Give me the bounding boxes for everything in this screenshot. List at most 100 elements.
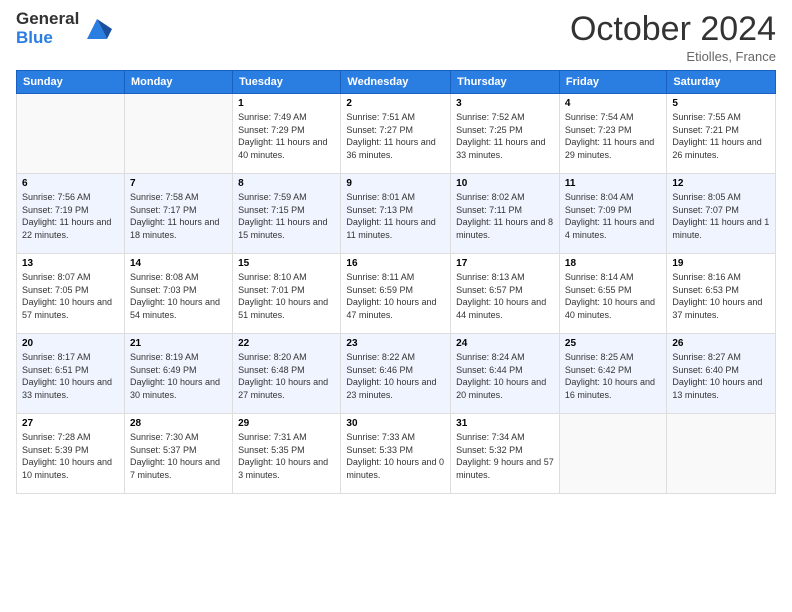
day-number: 17 — [456, 258, 554, 269]
day-number: 14 — [130, 258, 227, 269]
day-number: 15 — [238, 258, 335, 269]
day-info: Sunrise: 8:11 AMSunset: 6:59 PMDaylight:… — [346, 271, 445, 321]
calendar: SundayMondayTuesdayWednesdayThursdayFrid… — [16, 70, 776, 494]
calendar-cell: 22 Sunrise: 8:20 AMSunset: 6:48 PMDayligh… — [233, 334, 341, 414]
day-info: Sunrise: 7:49 AMSunset: 7:29 PMDaylight:… — [238, 111, 335, 161]
calendar-cell — [559, 414, 666, 494]
calendar-cell: 16 Sunrise: 8:11 AMSunset: 6:59 PMDayligh… — [341, 254, 451, 334]
calendar-cell: 27 Sunrise: 7:28 AMSunset: 5:39 PMDayligh… — [17, 414, 125, 494]
weekday-header-saturday: Saturday — [667, 71, 776, 94]
calendar-cell: 24 Sunrise: 8:24 AMSunset: 6:44 PMDayligh… — [451, 334, 560, 414]
calendar-cell: 29 Sunrise: 7:31 AMSunset: 5:35 PMDayligh… — [233, 414, 341, 494]
day-number: 5 — [672, 98, 770, 109]
day-info: Sunrise: 8:13 AMSunset: 6:57 PMDaylight:… — [456, 271, 554, 321]
day-info: Sunrise: 7:59 AMSunset: 7:15 PMDaylight:… — [238, 191, 335, 241]
calendar-cell: 28 Sunrise: 7:30 AMSunset: 5:37 PMDayligh… — [124, 414, 232, 494]
calendar-cell: 2 Sunrise: 7:51 AMSunset: 7:27 PMDaylight… — [341, 94, 451, 174]
calendar-cell: 7 Sunrise: 7:58 AMSunset: 7:17 PMDaylight… — [124, 174, 232, 254]
day-info: Sunrise: 8:07 AMSunset: 7:05 PMDaylight:… — [22, 271, 119, 321]
title-area: October 2024 Etiolles, France — [570, 10, 776, 64]
day-number: 2 — [346, 98, 445, 109]
calendar-cell: 31Sunrise: 7:34 AMSunset: 5:32 PMDayligh… — [451, 414, 560, 494]
calendar-cell: 23 Sunrise: 8:22 AMSunset: 6:46 PMDayligh… — [341, 334, 451, 414]
weekday-header-wednesday: Wednesday — [341, 71, 451, 94]
day-number: 23 — [346, 338, 445, 349]
day-number: 18 — [565, 258, 661, 269]
day-number: 24 — [456, 338, 554, 349]
day-number: 1 — [238, 98, 335, 109]
calendar-cell: 9 Sunrise: 8:01 AMSunset: 7:13 PMDaylight… — [341, 174, 451, 254]
calendar-cell — [124, 94, 232, 174]
day-number: 31 — [456, 418, 554, 429]
day-number: 6 — [22, 178, 119, 189]
calendar-cell: 11 Sunrise: 8:04 AMSunset: 7:09 PMDayligh… — [559, 174, 666, 254]
calendar-cell: 12 Sunrise: 8:05 AMSunset: 7:07 PMDayligh… — [667, 174, 776, 254]
day-info: Sunrise: 8:22 AMSunset: 6:46 PMDaylight:… — [346, 351, 445, 401]
day-number: 12 — [672, 178, 770, 189]
day-number: 11 — [565, 178, 661, 189]
logo-blue: Blue — [16, 29, 79, 48]
logo: General Blue — [16, 10, 112, 47]
day-info: Sunrise: 8:16 AMSunset: 6:53 PMDaylight:… — [672, 271, 770, 321]
day-info: Sunrise: 7:30 AMSunset: 5:37 PMDaylight:… — [130, 431, 227, 481]
header: General Blue October 2024 Etiolles, Fran… — [16, 10, 776, 64]
calendar-cell: 25 Sunrise: 8:25 AMSunset: 6:42 PMDayligh… — [559, 334, 666, 414]
weekday-header-friday: Friday — [559, 71, 666, 94]
day-number: 30 — [346, 418, 445, 429]
page: General Blue October 2024 Etiolles, Fran… — [0, 0, 792, 612]
day-info: Sunrise: 7:58 AMSunset: 7:17 PMDaylight:… — [130, 191, 227, 241]
calendar-cell: 26Sunrise: 8:27 AMSunset: 6:40 PMDayligh… — [667, 334, 776, 414]
day-info: Sunrise: 7:31 AMSunset: 5:35 PMDaylight:… — [238, 431, 335, 481]
day-info: Sunrise: 8:05 AMSunset: 7:07 PMDaylight:… — [672, 191, 770, 241]
calendar-cell: 20 Sunrise: 8:17 AMSunset: 6:51 PMDayligh… — [17, 334, 125, 414]
calendar-cell: 21 Sunrise: 8:19 AMSunset: 6:49 PMDayligh… — [124, 334, 232, 414]
day-number: 3 — [456, 98, 554, 109]
day-number: 4 — [565, 98, 661, 109]
calendar-cell: 8Sunrise: 7:59 AMSunset: 7:15 PMDaylight… — [233, 174, 341, 254]
day-number: 27 — [22, 418, 119, 429]
day-number: 21 — [130, 338, 227, 349]
calendar-cell: 17 Sunrise: 8:13 AMSunset: 6:57 PMDayligh… — [451, 254, 560, 334]
day-info: Sunrise: 8:24 AMSunset: 6:44 PMDaylight:… — [456, 351, 554, 401]
day-info: Sunrise: 7:52 AMSunset: 7:25 PMDaylight:… — [456, 111, 554, 161]
calendar-cell: 19 Sunrise: 8:16 AMSunset: 6:53 PMDayligh… — [667, 254, 776, 334]
day-info: Sunrise: 8:27 AMSunset: 6:40 PMDaylight:… — [672, 351, 770, 401]
calendar-cell: 1 Sunrise: 7:49 AMSunset: 7:29 PMDaylight… — [233, 94, 341, 174]
day-info: Sunrise: 8:17 AMSunset: 6:51 PMDaylight:… — [22, 351, 119, 401]
calendar-cell: 5Sunrise: 7:55 AMSunset: 7:21 PMDaylight… — [667, 94, 776, 174]
day-info: Sunrise: 7:54 AMSunset: 7:23 PMDaylight:… — [565, 111, 661, 161]
day-info: Sunrise: 7:51 AMSunset: 7:27 PMDaylight:… — [346, 111, 445, 161]
calendar-cell: 10Sunrise: 8:02 AMSunset: 7:11 PMDayligh… — [451, 174, 560, 254]
day-info: Sunrise: 8:25 AMSunset: 6:42 PMDaylight:… — [565, 351, 661, 401]
day-number: 22 — [238, 338, 335, 349]
weekday-header-sunday: Sunday — [17, 71, 125, 94]
day-number: 9 — [346, 178, 445, 189]
weekday-header-tuesday: Tuesday — [233, 71, 341, 94]
day-info: Sunrise: 8:19 AMSunset: 6:49 PMDaylight:… — [130, 351, 227, 401]
calendar-cell: 14 Sunrise: 8:08 AMSunset: 7:03 PMDayligh… — [124, 254, 232, 334]
day-number: 19 — [672, 258, 770, 269]
day-number: 25 — [565, 338, 661, 349]
day-number: 16 — [346, 258, 445, 269]
day-info: Sunrise: 7:56 AMSunset: 7:19 PMDaylight:… — [22, 191, 119, 241]
logo-icon — [82, 14, 112, 44]
day-info: Sunrise: 8:20 AMSunset: 6:48 PMDaylight:… — [238, 351, 335, 401]
day-number: 28 — [130, 418, 227, 429]
day-info: Sunrise: 8:08 AMSunset: 7:03 PMDaylight:… — [130, 271, 227, 321]
day-info: Sunrise: 7:28 AMSunset: 5:39 PMDaylight:… — [22, 431, 119, 481]
weekday-header-monday: Monday — [124, 71, 232, 94]
day-number: 10 — [456, 178, 554, 189]
day-number: 13 — [22, 258, 119, 269]
day-number: 20 — [22, 338, 119, 349]
weekday-header-thursday: Thursday — [451, 71, 560, 94]
day-number: 7 — [130, 178, 227, 189]
day-info: Sunrise: 8:01 AMSunset: 7:13 PMDaylight:… — [346, 191, 445, 241]
calendar-cell — [17, 94, 125, 174]
calendar-cell: 15Sunrise: 8:10 AMSunset: 7:01 PMDayligh… — [233, 254, 341, 334]
calendar-cell: 3 Sunrise: 7:52 AMSunset: 7:25 PMDaylight… — [451, 94, 560, 174]
calendar-cell: 18Sunrise: 8:14 AMSunset: 6:55 PMDayligh… — [559, 254, 666, 334]
logo-general: General — [16, 10, 79, 29]
location: Etiolles, France — [570, 49, 776, 64]
day-number: 29 — [238, 418, 335, 429]
day-info: Sunrise: 8:04 AMSunset: 7:09 PMDaylight:… — [565, 191, 661, 241]
